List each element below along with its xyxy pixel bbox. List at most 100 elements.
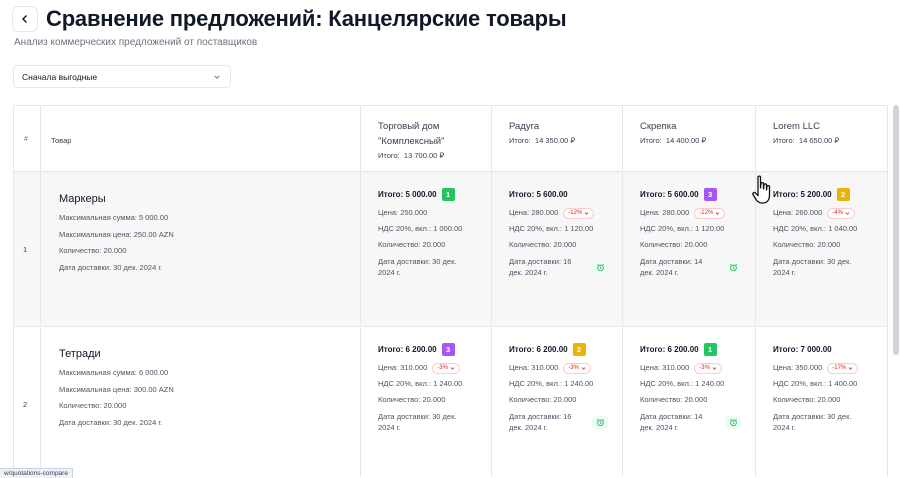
chevron-down-icon: [585, 211, 589, 215]
offer-price-line: Цена: 310.000 -3%: [640, 360, 749, 376]
offer-delivery-date: Дата доставки: 16 дек. 2024 г.: [509, 257, 572, 277]
offer-price: Цена: 310.000: [509, 363, 559, 372]
offer-qty: Количество: 20.000: [640, 395, 708, 404]
chevron-down-icon: [214, 74, 220, 79]
price-diff-badge[interactable]: -12%: [694, 207, 726, 219]
price-diff-badge[interactable]: -12%: [563, 207, 595, 219]
product-delivery: Дата доставки: 30 дек. 2024 г.: [59, 262, 163, 272]
offer-total: Итого: 6 200.00 3: [378, 342, 485, 356]
chevron-down-icon: [581, 366, 586, 370]
offer-cell: Итого: 5 000.00 1 Цена: 250.000 НДС 20%, вк…: [361, 173, 492, 326]
supplier-header: Скрепка Итого: 14 400.00 ₽: [623, 106, 756, 171]
supplier-name: Скрепка: [640, 121, 677, 132]
price-diff-badge[interactable]: -3%: [563, 362, 591, 374]
product-max-sum: Максимальная сумма: 5 000.00: [59, 213, 169, 222]
table-row[interactable]: 2 Тетради Максимальная сумма: 6 000.00 Макс…: [14, 328, 887, 477]
offer-qty: Количество: 20.000: [640, 240, 708, 249]
offer-qty: Количество: 20.000: [378, 240, 446, 249]
offer-cell: Итого: 6 200.00 3 Цена: 310.000 -3% НДС 20%,…: [361, 328, 492, 477]
offer-delivery-date: Дата доставки: 30 дек. 2024 г.: [378, 257, 457, 277]
offer-delivery-date: Дата доставки: 30 дек. 2024 г.: [773, 412, 852, 432]
offer-delivery-date: Дата доставки: 14 дек. 2024 г.: [640, 257, 703, 277]
offer-price-line: Цена: 260.000 -4%: [773, 205, 881, 221]
alarm-clock-icon: [592, 416, 608, 429]
alarm-clock-icon: [592, 261, 608, 274]
offer-vat: НДС 20%, вкл.: 1 240.00: [640, 379, 725, 388]
sort-select[interactable]: Сначала выгодные: [13, 65, 231, 88]
offer-qty: Количество: 20.000: [509, 395, 577, 404]
column-header-num: #: [14, 106, 41, 171]
offer-delivery: Дата доставки: 14 дек. 2024 г.: [640, 411, 749, 433]
back-button[interactable]: [12, 6, 38, 32]
column-header-product: Товар: [41, 106, 361, 171]
offer-total: Итого: 5 600.00: [509, 187, 616, 201]
offer-delivery: Дата доставки: 14 дек. 2024 г.: [640, 256, 749, 278]
product-qty: Количество: 20.000: [59, 246, 127, 255]
offer-delivery-date: Дата доставки: 30 дек. 2024 г.: [378, 412, 457, 432]
offer-price: Цена: 280.000: [509, 208, 559, 217]
comparison-table: # Товар Торговый дом "Комплексный" Итого…: [13, 105, 888, 477]
offer-price: Цена: 310.000: [640, 363, 690, 372]
offer-delivery: Дата доставки: 30 дек. 2024 г.: [378, 256, 485, 278]
vertical-scrollbar[interactable]: [893, 105, 899, 355]
price-diff-value: -17%: [832, 365, 847, 371]
price-diff-badge[interactable]: -3%: [694, 362, 722, 374]
offer-qty: Количество: 20.000: [378, 395, 446, 404]
price-diff-badge[interactable]: -17%: [827, 362, 859, 374]
price-diff-value: -3%: [568, 365, 579, 371]
product-name: Тетради: [59, 348, 101, 360]
offer-delivery: Дата доставки: 30 дек. 2024 г.: [773, 411, 881, 433]
offer-price-line: Цена: 250.000: [378, 205, 485, 221]
supplier-name: Торговый дом "Комплексный": [378, 121, 445, 147]
product-name: Маркеры: [59, 193, 106, 205]
offer-price: Цена: 280.000: [640, 208, 690, 217]
page-subtitle: Анализ коммерческих предложений от поста…: [14, 37, 258, 48]
rank-badge: 3: [703, 187, 717, 201]
chevron-down-icon: [716, 211, 720, 215]
offer-total: Итого: 5 200.00 2: [773, 187, 881, 201]
offer-price-line: Цена: 350.000 -17%: [773, 360, 881, 376]
page-header: Сравнение предложений: Канцелярские това…: [12, 4, 567, 34]
offer-total: Итого: 7 000.00: [773, 342, 881, 356]
offer-vat: НДС 20%, вкл.: 1 040.00: [773, 224, 858, 233]
price-diff-value: -3%: [699, 365, 710, 371]
offer-cell: Итого: 6 200.00 2 Цена: 310.000 -3% НДС 20%,…: [492, 328, 623, 477]
supplier-total: Итого: 13 700.00 ₽: [378, 151, 445, 160]
offer-total-value: Итого: 5 200.00: [773, 189, 832, 199]
offer-cell: Итого: 7 000.00 Цена: 350.000 -17% НДС 20%,…: [756, 328, 887, 477]
product-max-price: Максимальная цена: 250.00 AZN: [59, 229, 174, 239]
offer-price: Цена: 260.000: [773, 208, 823, 217]
price-diff-value: -4%: [832, 210, 843, 216]
supplier-header: Торговый дом "Комплексный" Итого: 13 700…: [361, 106, 492, 171]
offer-total-value: Итого: 6 200.00: [509, 344, 568, 354]
price-diff-badge[interactable]: -3%: [432, 362, 460, 374]
offer-delivery-date: Дата доставки: 14 дек. 2024 г.: [640, 412, 703, 432]
row-number: 1: [14, 173, 41, 326]
offer-vat: НДС 20%, вкл.: 1 400.00: [773, 379, 858, 388]
supplier-header: Lorem LLC Итого: 14 650.00 ₽: [756, 106, 887, 171]
supplier-header: Радуга Итого: 14 350.00 ₽: [492, 106, 623, 171]
offer-delivery: Дата доставки: 30 дек. 2024 г.: [378, 411, 485, 433]
offer-vat: НДС 20%, вкл.: 1 240.00: [509, 379, 594, 388]
offer-cell: Итого: 6 200.00 1 Цена: 310.000 -3% НДС 20%,…: [623, 328, 756, 477]
price-diff-value: -12%: [568, 210, 583, 216]
offer-price-line: Цена: 310.000 -3%: [509, 360, 616, 376]
offer-total-value: Итого: 6 200.00: [378, 344, 437, 354]
alarm-clock-icon: [725, 261, 741, 274]
offer-total-value: Итого: 7 000.00: [773, 344, 832, 354]
offer-qty: Количество: 20.000: [773, 240, 841, 249]
offer-total-value: Итого: 6 200.00: [640, 344, 699, 354]
supplier-name: Радуга: [509, 121, 540, 132]
chevron-down-icon: [845, 211, 850, 215]
status-bar-url: w/quotations-compare: [0, 468, 73, 478]
product-max-price: Максимальная цена: 300.00 AZN: [59, 384, 174, 394]
supplier-total: Итого: 14 650.00 ₽: [773, 136, 840, 145]
table-header-row: # Товар Торговый дом "Комплексный" Итого…: [14, 106, 887, 172]
price-diff-badge[interactable]: -4%: [827, 207, 855, 219]
offer-total-value: Итого: 5 600.00: [640, 189, 699, 199]
offer-price: Цена: 250.000: [378, 208, 428, 217]
rank-badge: 1: [703, 342, 717, 356]
offer-price-line: Цена: 280.000 -12%: [640, 205, 749, 221]
chevron-down-icon: [712, 366, 717, 370]
offer-vat: НДС 20%, вкл.: 1 120.00: [509, 224, 594, 233]
